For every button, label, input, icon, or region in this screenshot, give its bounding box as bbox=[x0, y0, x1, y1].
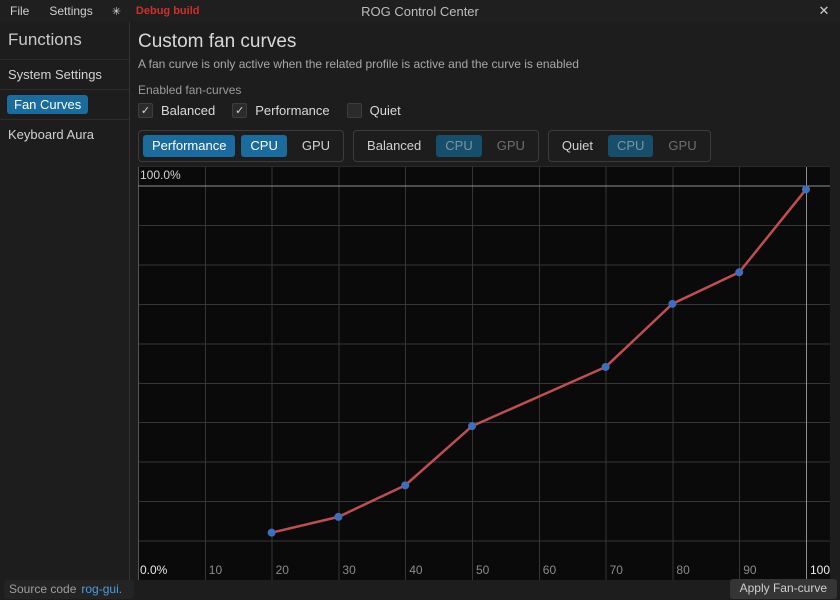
fan-tab-quiet-gpu[interactable]: GPU bbox=[659, 135, 705, 157]
profile-group-performance: Performance CPU GPU bbox=[138, 130, 344, 162]
apply-fan-curve-button[interactable]: Apply Fan-curve bbox=[730, 579, 837, 599]
profile-group-balanced: Balanced CPU GPU bbox=[353, 130, 539, 162]
close-button[interactable]: ✕ bbox=[808, 0, 840, 22]
titlebar: File Settings ✳ Debug build ROG Control … bbox=[0, 0, 840, 22]
app-body: Functions System Settings Fan Curves Keybo… bbox=[0, 22, 840, 580]
fan-curve-point[interactable] bbox=[401, 481, 409, 489]
source-code-text: Source code bbox=[9, 582, 76, 596]
sidebar-item-label: Fan Curves bbox=[7, 95, 88, 114]
profile-tab-performance[interactable]: Performance bbox=[143, 135, 235, 157]
x-tick-label: 70 bbox=[610, 563, 623, 577]
profile-group-quiet: Quiet CPU GPU bbox=[548, 130, 711, 162]
x-tick-label: 30 bbox=[342, 563, 355, 577]
fan-tab-performance-cpu[interactable]: CPU bbox=[241, 135, 286, 157]
fan-curve-point[interactable] bbox=[802, 185, 810, 193]
menu-settings[interactable]: Settings bbox=[39, 1, 102, 21]
x-tick-label: 100 bbox=[810, 563, 830, 577]
page-title: Custom fan curves bbox=[138, 30, 840, 54]
page-subtitle: A fan curve is only active when the rela… bbox=[138, 57, 840, 71]
checkbox-checked-icon[interactable]: ✓ bbox=[138, 103, 153, 118]
checkbox-label: Performance bbox=[255, 103, 329, 118]
main-panel: Custom fan curves A fan curve is only ac… bbox=[130, 22, 840, 580]
sidebar: Functions System Settings Fan Curves Keybo… bbox=[0, 22, 130, 580]
x-tick-label: 80 bbox=[676, 563, 689, 577]
profile-tab-balanced[interactable]: Balanced bbox=[358, 135, 430, 157]
sidebar-item-keyboard-aura[interactable]: Keyboard Aura bbox=[0, 119, 129, 149]
titlebar-menus: File Settings ✳ Debug build bbox=[0, 1, 199, 21]
x-tick-label: 10 bbox=[209, 563, 222, 577]
x-tick-label: 50 bbox=[476, 563, 489, 577]
fan-curve-plot[interactable] bbox=[138, 167, 830, 581]
checkbox-performance[interactable]: ✓ Performance bbox=[232, 103, 329, 118]
x-tick-label: 40 bbox=[409, 563, 422, 577]
checkbox-quiet[interactable]: Quiet bbox=[347, 103, 401, 118]
sidebar-item-label: System Settings bbox=[8, 67, 102, 82]
fan-tab-balanced-gpu[interactable]: GPU bbox=[488, 135, 534, 157]
theme-toggle-icon[interactable]: ✳ bbox=[103, 5, 130, 18]
y-axis-min-label: 0.0% bbox=[140, 563, 167, 577]
checkbox-unchecked-box[interactable] bbox=[347, 103, 362, 118]
close-icon: ✕ bbox=[819, 3, 830, 19]
fan-curve-point[interactable] bbox=[334, 513, 342, 521]
checkbox-label: Balanced bbox=[161, 103, 215, 118]
sidebar-item-system-settings[interactable]: System Settings bbox=[0, 59, 129, 89]
x-tick-label: 20 bbox=[276, 563, 289, 577]
debug-build-label: Debug build bbox=[130, 5, 200, 17]
y-axis-max-label: 100.0% bbox=[140, 168, 181, 182]
fan-curve-point[interactable] bbox=[602, 363, 610, 371]
sidebar-item-label: Keyboard Aura bbox=[8, 127, 94, 142]
fan-curve-point[interactable] bbox=[668, 300, 676, 308]
fan-tab-balanced-cpu[interactable]: CPU bbox=[436, 135, 481, 157]
checkbox-balanced[interactable]: ✓ Balanced bbox=[138, 103, 215, 118]
fan-curve-chart[interactable]: 100.0% 0.0% 10 20 30 40 50 60 70 80 90 100 bbox=[138, 166, 830, 581]
profile-tabs-row: Performance CPU GPU Balanced CPU GPU Quiet CPU G… bbox=[138, 130, 840, 162]
x-tick-label: 90 bbox=[743, 563, 756, 577]
footer: Source code rog-gui. Apply Fan-curve bbox=[0, 580, 840, 600]
checkbox-label: Quiet bbox=[370, 103, 401, 118]
checkbox-checked-icon[interactable]: ✓ bbox=[232, 103, 247, 118]
sidebar-item-fan-curves[interactable]: Fan Curves bbox=[0, 89, 129, 119]
sidebar-heading: Functions bbox=[0, 22, 129, 59]
menu-file[interactable]: File bbox=[0, 1, 39, 21]
fan-tab-performance-gpu[interactable]: GPU bbox=[293, 135, 339, 157]
fan-curve-point[interactable] bbox=[735, 268, 743, 276]
profile-tab-quiet[interactable]: Quiet bbox=[553, 135, 602, 157]
source-code-box: Source code rog-gui. bbox=[4, 580, 134, 599]
fan-curve-point[interactable] bbox=[468, 422, 476, 430]
fan-tab-quiet-cpu[interactable]: CPU bbox=[608, 135, 653, 157]
fan-curve-point[interactable] bbox=[268, 529, 276, 537]
x-tick-label: 60 bbox=[543, 563, 556, 577]
enabled-checkbox-row: ✓ Balanced ✓ Performance Quiet bbox=[138, 101, 840, 119]
source-code-link[interactable]: rog-gui. bbox=[81, 582, 122, 596]
enabled-fan-curves-label: Enabled fan-curves bbox=[138, 83, 840, 97]
